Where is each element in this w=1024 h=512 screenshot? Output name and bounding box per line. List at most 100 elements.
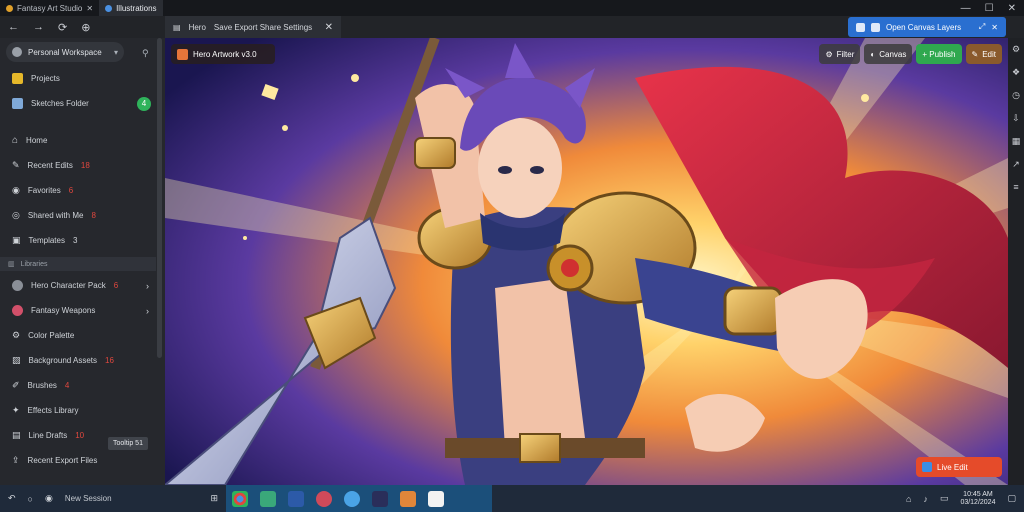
network-icon[interactable]: ⌂	[906, 494, 911, 504]
tab-illustrations[interactable]: Illustrations	[99, 0, 163, 16]
download-icon[interactable]: ⇩	[1012, 113, 1020, 124]
page-tab[interactable]: ▤ Hero Save Export Share Settings ✕	[165, 16, 341, 38]
paint-icon[interactable]	[428, 490, 444, 507]
files-icon[interactable]	[260, 490, 276, 507]
sidebar-item-label: Color Palette	[28, 331, 75, 340]
media-icon[interactable]	[316, 490, 332, 507]
open-canvas-button[interactable]: Open Canvas Layers ⤢ ✕	[848, 17, 1006, 37]
sidebar-item-brushes[interactable]: ✐ Brushes 4	[0, 373, 165, 398]
live-edit-chip[interactable]: Live Edit	[916, 457, 1002, 477]
close-window-icon[interactable]: ✕	[1008, 3, 1016, 14]
browser-icon[interactable]	[344, 490, 360, 507]
draft-icon: ▤	[12, 430, 21, 440]
sidebar-item-hero-pack[interactable]: Hero Character Pack 6 ›	[0, 273, 165, 298]
volume-icon[interactable]: ♪	[923, 494, 928, 504]
sidebar-item-label: Shared with Me	[27, 211, 84, 220]
count-badge: 10	[75, 431, 85, 440]
count-badge: 8	[91, 211, 96, 220]
sidebar-item-recent[interactable]: ✎ Recent Edits 18	[0, 153, 165, 178]
close-icon[interactable]: ✕	[86, 4, 93, 13]
tooltip: Tooltip 51	[108, 437, 148, 450]
page-tab-menu[interactable]: Save Export Share Settings	[214, 23, 312, 32]
sidebar-item-label: Effects Library	[27, 406, 79, 415]
notification-icon[interactable]: ▢	[1007, 493, 1016, 504]
sidebar-item-home[interactable]: ⌂ Home	[0, 128, 165, 153]
undo-icon[interactable]: ↶	[8, 493, 16, 504]
sidebar-item-templates[interactable]: ▣ Templates 3	[0, 228, 165, 253]
back-icon[interactable]: ←	[8, 21, 19, 34]
share-icon[interactable]: ↗	[1012, 159, 1020, 170]
edit-button[interactable]: ✎ Edit	[965, 44, 1002, 64]
filter-button[interactable]: ⚙ Filter	[819, 44, 861, 64]
canvas-button[interactable]: ◐ Canvas	[864, 44, 913, 64]
sidebar-item-sketches[interactable]: Sketches Folder 4	[0, 91, 165, 116]
sidebar-item-label: Fantasy Weapons	[31, 306, 96, 315]
sidebar-item-label: Favorites	[27, 186, 61, 195]
tab-label: Illustrations	[116, 3, 157, 13]
tab-fantasy-art-studio[interactable]: Fantasy Art Studio ✕	[0, 0, 99, 16]
close-icon[interactable]: ✕	[325, 22, 333, 33]
character-icon	[12, 280, 23, 291]
minimize-icon[interactable]: —	[961, 3, 971, 14]
count-badge: 18	[80, 161, 90, 170]
sidebar-item-palette[interactable]: ⚙ Color Palette	[0, 323, 165, 348]
system-tray: ⌂ ♪ ▭ 10:45 AM 03/12/2024 ▢	[906, 491, 1024, 507]
count-badge: 6	[68, 186, 74, 195]
photos-icon[interactable]	[400, 490, 416, 507]
chevron-down-icon: ▾	[113, 47, 118, 57]
shield-icon[interactable]	[372, 490, 388, 507]
artwork-title-chip[interactable]: Hero Artwork v3.0	[171, 44, 275, 64]
close-icon[interactable]: ✕	[991, 23, 998, 32]
publish-label: + Publish	[922, 49, 956, 59]
live-edit-label: Live Edit	[937, 462, 968, 472]
sidebar-item-effects[interactable]: ✦ Effects Library	[0, 398, 165, 423]
taskbar: ↶ ○ ◉ New Session ⊞ ⌂ ♪ ▭ 10:45 AM 03/12…	[0, 485, 1024, 512]
right-rail: ⚙ ❖ ◷ ⇩ ▦ ↗ ≡	[1008, 38, 1024, 485]
image-icon	[177, 48, 188, 60]
battery-icon[interactable]: ▭	[940, 493, 949, 504]
settings-icon[interactable]: ⚙	[1012, 44, 1020, 55]
section-label: Libraries	[20, 260, 48, 268]
browser-tab-strip: Fantasy Art Studio ✕ Illustrations — ☐ ✕	[0, 0, 1024, 16]
extensions-icon[interactable]: ▦	[1012, 136, 1021, 147]
chrome-icon[interactable]	[232, 490, 248, 507]
circle-icon[interactable]: ○	[28, 494, 33, 504]
page-tab-title: Hero	[188, 22, 206, 32]
menu-icon[interactable]: ≡	[1013, 182, 1018, 192]
count-badge: 6	[113, 281, 119, 290]
sidebar-item-weapons[interactable]: Fantasy Weapons ›	[0, 298, 165, 323]
bookmark-icon[interactable]: ❖	[1012, 67, 1020, 78]
sidebar-item-exports[interactable]: ⇪ Recent Export Files	[0, 448, 165, 473]
canvas-icon: ◐	[870, 49, 876, 59]
maximize-icon[interactable]: ☐	[985, 3, 994, 14]
sidebar-section-header: ▥ Libraries	[0, 257, 156, 271]
forward-icon[interactable]: →	[33, 21, 44, 34]
session-label: New Session	[64, 494, 112, 503]
history-icon[interactable]: ◷	[1012, 90, 1020, 101]
clock-time: 10:45 AM	[963, 490, 993, 498]
brush-icon: ✐	[12, 380, 20, 390]
new-tab-icon[interactable]: ⊕	[81, 21, 90, 34]
nav-buttons: ← → ⟳ ⊕	[0, 21, 165, 34]
publish-button[interactable]: + Publish	[916, 44, 962, 64]
clock[interactable]: 10:45 AM 03/12/2024	[960, 491, 995, 507]
file-icon: ▤	[173, 22, 181, 32]
sidebar-item-projects[interactable]: Projects	[0, 66, 165, 91]
canvas-label: Canvas	[879, 49, 907, 59]
sidebar-scrollbar[interactable]	[157, 38, 162, 358]
profile-switcher[interactable]: Personal Workspace ▾	[6, 42, 124, 62]
sidebar-item-favorites[interactable]: ◉ Favorites 6	[0, 178, 165, 203]
sidebar-item-label: Sketches Folder	[31, 99, 89, 108]
artwork-canvas[interactable]: Hero Artwork v3.0 ⚙ Filter ◐ Canvas + Publ…	[165, 38, 1008, 485]
star-icon: ◉	[12, 185, 20, 195]
taskbar-apps	[226, 485, 492, 512]
sidebar-item-shared[interactable]: ◎ Shared with Me 8	[0, 203, 165, 228]
reload-icon[interactable]: ⟳	[58, 21, 67, 34]
pin-icon[interactable]: ⚲	[142, 48, 150, 58]
windows-icon[interactable]: ⊞	[210, 493, 218, 504]
store-icon[interactable]	[288, 490, 304, 507]
expand-icon[interactable]: ⤢	[979, 22, 985, 32]
edit-label: Edit	[982, 49, 996, 59]
sidebar-item-label: Hero Character Pack	[31, 281, 106, 290]
sidebar-item-backgrounds[interactable]: ▨ Background Assets 16	[0, 348, 165, 373]
